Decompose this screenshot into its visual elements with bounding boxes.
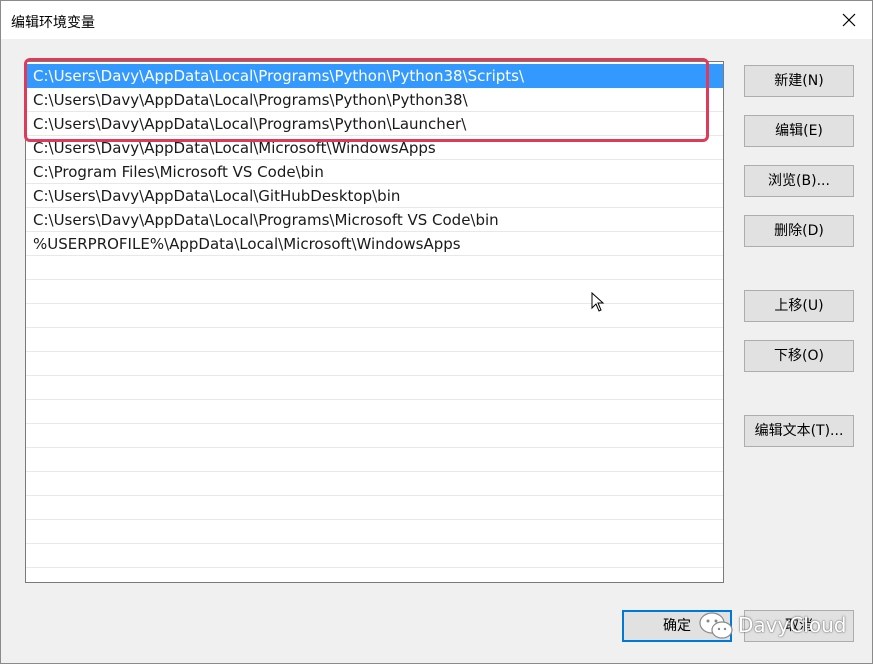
empty-row[interactable] (26, 520, 723, 544)
move-down-button[interactable]: 下移(O) (744, 340, 854, 372)
empty-row[interactable] (26, 472, 723, 496)
empty-row[interactable] (26, 256, 723, 280)
list-item-label: C:\Users\Davy\AppData\Local\Programs\Pyt… (33, 67, 525, 85)
empty-row[interactable] (26, 376, 723, 400)
list-item-label: C:\Users\Davy\AppData\Local\Microsoft\Wi… (33, 139, 436, 157)
list-item-label: %USERPROFILE%\AppData\Local\Microsoft\Wi… (33, 235, 461, 253)
edit-text-button[interactable]: 编辑文本(T)... (744, 415, 854, 447)
edit-button[interactable]: 编辑(E) (744, 115, 854, 147)
empty-row[interactable] (26, 280, 723, 304)
list-item[interactable]: C:\Program Files\Microsoft VS Code\bin (26, 160, 723, 184)
empty-row[interactable] (26, 424, 723, 448)
empty-row[interactable] (26, 496, 723, 520)
close-button[interactable] (826, 1, 872, 39)
list-item-label: C:\Users\Davy\AppData\Local\Programs\Pyt… (33, 91, 468, 109)
path-list[interactable]: C:\Users\Davy\AppData\Local\Programs\Pyt… (25, 61, 724, 583)
list-item-label: C:\Users\Davy\AppData\Local\GitHubDeskto… (33, 187, 401, 205)
list-item-label: C:\Users\Davy\AppData\Local\Programs\Mic… (33, 211, 499, 229)
list-item[interactable]: %USERPROFILE%\AppData\Local\Microsoft\Wi… (26, 232, 723, 256)
list-item[interactable]: C:\Users\Davy\AppData\Local\Programs\Pyt… (26, 88, 723, 112)
empty-row[interactable] (26, 400, 723, 424)
delete-button[interactable]: 删除(D) (744, 215, 854, 247)
empty-row[interactable] (26, 352, 723, 376)
ok-button[interactable]: 确定 (622, 610, 732, 642)
mouse-cursor-icon (591, 292, 605, 312)
list-item-label: C:\Program Files\Microsoft VS Code\bin (33, 163, 324, 181)
cancel-button[interactable]: 取消 (744, 610, 854, 642)
list-item[interactable]: C:\Users\Davy\AppData\Local\Programs\Mic… (26, 208, 723, 232)
list-item[interactable]: C:\Users\Davy\AppData\Local\Programs\Pyt… (26, 64, 723, 88)
list-item-label: C:\Users\Davy\AppData\Local\Programs\Pyt… (33, 115, 467, 133)
list-item[interactable]: C:\Users\Davy\AppData\Local\Microsoft\Wi… (26, 136, 723, 160)
empty-row[interactable] (26, 304, 723, 328)
edit-env-variable-dialog: 编辑环境变量 C:\Users\Davy\AppData\Local\Progr… (0, 0, 873, 664)
list-item[interactable]: C:\Users\Davy\AppData\Local\Programs\Pyt… (26, 112, 723, 136)
empty-row[interactable] (26, 328, 723, 352)
close-icon (842, 13, 856, 27)
new-button[interactable]: 新建(N) (744, 65, 854, 97)
title-bar[interactable]: 编辑环境变量 (1, 1, 872, 39)
dialog-title: 编辑环境变量 (11, 15, 95, 31)
browse-button[interactable]: 浏览(B)... (744, 165, 854, 197)
empty-row[interactable] (26, 544, 723, 568)
empty-row[interactable] (26, 448, 723, 472)
move-up-button[interactable]: 上移(U) (744, 290, 854, 322)
list-item[interactable]: C:\Users\Davy\AppData\Local\GitHubDeskto… (26, 184, 723, 208)
